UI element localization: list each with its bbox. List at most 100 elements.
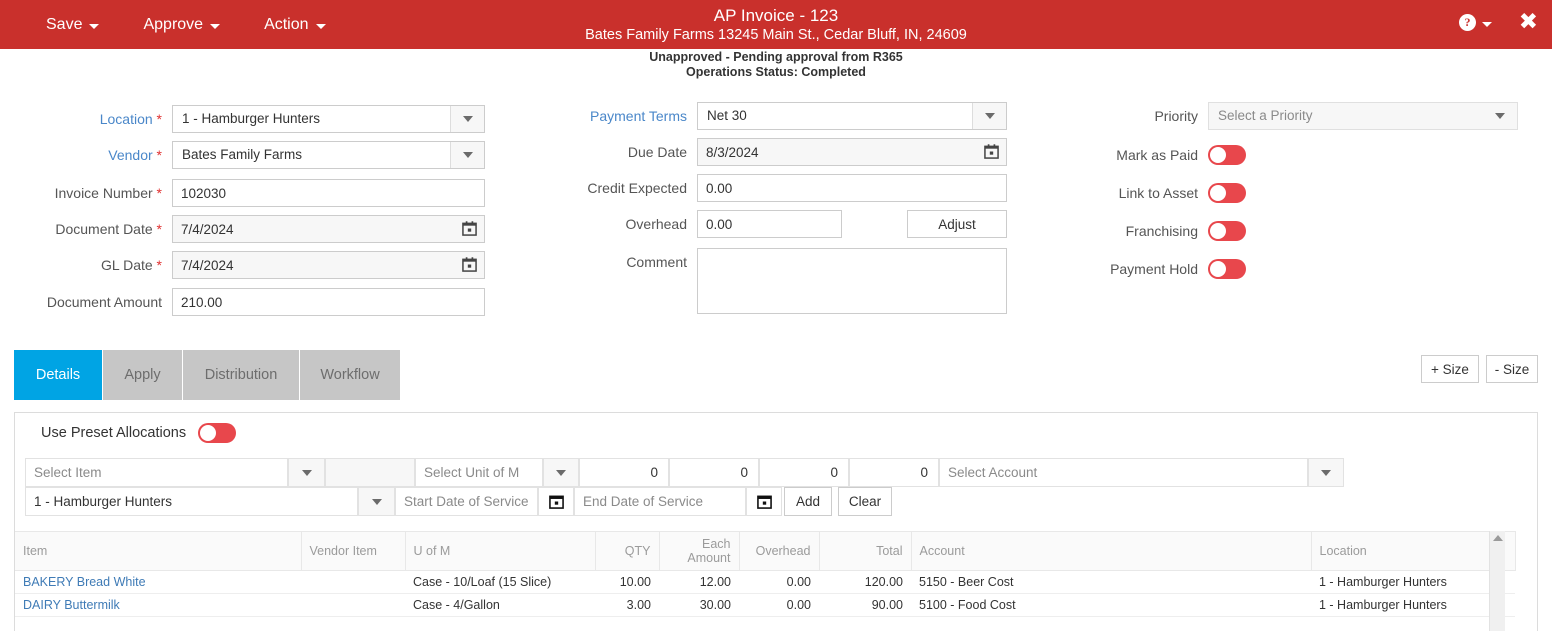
gl-date-input[interactable] <box>172 251 485 279</box>
tab-distribution[interactable]: Distribution <box>183 350 300 400</box>
add-line-button[interactable]: Add <box>784 487 832 516</box>
preset-allocations-toggle[interactable] <box>198 423 237 443</box>
vendor-select[interactable]: Bates Family Farms <box>172 141 485 169</box>
size-controls: + Size - Size <box>1421 355 1538 383</box>
field-vendor-label: Vendor * <box>108 147 162 163</box>
cell-uom: Case - 10/Loaf (15 Slice) <box>405 570 595 594</box>
close-icon[interactable]: ✖ <box>1519 11 1538 34</box>
field-overhead-label: Overhead <box>625 216 687 232</box>
invoice-number-input[interactable] <box>172 179 485 207</box>
toggle-knob <box>1210 147 1226 163</box>
item-link[interactable]: BAKERY Bread White <box>23 575 146 589</box>
payment-hold-toggle[interactable] <box>1208 259 1246 279</box>
entry-end-date-input[interactable]: End Date of Service <box>574 487 746 516</box>
help-menu[interactable]: ? <box>1459 14 1492 31</box>
chevron-down-icon <box>301 469 312 476</box>
entry-qty-input[interactable]: 0 <box>579 458 669 487</box>
document-date-input[interactable] <box>172 215 485 243</box>
priority-dropdown-button[interactable] <box>1483 103 1517 129</box>
chevron-down-icon <box>210 23 221 29</box>
col-overhead[interactable]: Overhead <box>739 531 820 571</box>
table-row[interactable]: BAKERY Bread White Case - 10/Loaf (15 Sl… <box>15 570 1515 594</box>
due-date-input[interactable] <box>697 138 1007 166</box>
entry-start-date-calendar-button[interactable] <box>538 487 574 516</box>
payment-terms-select[interactable]: Net 30 <box>697 102 1007 130</box>
comment-textarea[interactable] <box>697 248 1007 314</box>
entry-start-date-input[interactable]: Start Date of Service <box>395 487 538 516</box>
menu-save[interactable]: Save <box>24 0 121 49</box>
menu-approve[interactable]: Approve <box>121 0 242 49</box>
col-vendor-item[interactable]: Vendor Item <box>301 531 406 571</box>
increase-size-button[interactable]: + Size <box>1421 355 1479 383</box>
entry-item-dropdown-button[interactable] <box>288 458 325 487</box>
entry-location-input[interactable]: 1 - Hamburger Hunters <box>25 487 358 516</box>
entry-item-input[interactable]: Select Item <box>25 458 288 487</box>
chevron-down-icon <box>556 469 566 476</box>
adjust-button[interactable]: Adjust <box>907 210 1007 238</box>
field-payment-hold-label: Payment Hold <box>1110 261 1198 277</box>
field-comment-label: Comment <box>626 254 687 270</box>
col-uom[interactable]: U of M <box>405 531 596 571</box>
col-item[interactable]: Item <box>15 531 302 571</box>
entry-row-1: Select Item Select Unit of M 0 0 0 0 Sel… <box>25 458 1525 487</box>
location-dropdown-button[interactable] <box>450 106 484 132</box>
col-location[interactable]: Location <box>1311 531 1516 571</box>
vendor-dropdown-button[interactable] <box>450 142 484 168</box>
cell-overhead: 0.00 <box>739 570 819 594</box>
entry-uom-dropdown-button[interactable] <box>543 458 579 487</box>
payment-terms-dropdown-button[interactable] <box>972 103 1006 129</box>
table-header-row: Item Vendor Item U of M QTY Each Amount … <box>15 531 1516 571</box>
entry-account-input[interactable]: Select Account <box>939 458 1308 487</box>
item-link[interactable]: DAIRY Buttermilk <box>23 598 120 612</box>
details-panel: Use Preset Allocations Select Item Selec… <box>14 412 1538 631</box>
field-mark-as-paid: Mark as Paid <box>1020 145 1540 165</box>
field-link-to-asset-label: Link to Asset <box>1118 185 1198 201</box>
entry-vendor-item-input[interactable] <box>325 458 415 487</box>
entry-total-input[interactable]: 0 <box>849 458 939 487</box>
decrease-size-button[interactable]: - Size <box>1486 355 1538 383</box>
document-amount-input[interactable] <box>172 288 485 316</box>
entry-uom-input[interactable]: Select Unit of M <box>415 458 543 487</box>
table-header: Item Vendor Item U of M QTY Each Amount … <box>15 531 1516 571</box>
tab-workflow[interactable]: Workflow <box>300 350 401 400</box>
cell-account: 5100 - Food Cost <box>911 593 1311 617</box>
invoice-form: Location * 1 - Hamburger Hunters Vendor … <box>0 100 1552 325</box>
location-select[interactable]: 1 - Hamburger Hunters <box>172 105 485 133</box>
tab-details[interactable]: Details <box>14 350 103 400</box>
cell-uom: Case - 4/Gallon <box>405 593 595 617</box>
menu-action[interactable]: Action <box>242 0 347 49</box>
menu-action-label: Action <box>264 15 309 33</box>
entry-account-dropdown-button[interactable] <box>1308 458 1344 487</box>
link-to-asset-toggle[interactable] <box>1208 183 1246 203</box>
entry-location-dropdown-button[interactable] <box>358 487 395 516</box>
vendor-value: Bates Family Farms <box>182 147 303 162</box>
approval-status: Unapproved - Pending approval from R365 <box>649 50 903 64</box>
overhead-input[interactable] <box>697 210 842 238</box>
credit-expected-input[interactable] <box>697 174 1007 202</box>
tab-bar: Details Apply Distribution Workflow <box>14 350 401 400</box>
entry-each-amount-input[interactable]: 0 <box>669 458 759 487</box>
chevron-down-icon <box>315 23 326 29</box>
cell-account: 5150 - Beer Cost <box>911 570 1311 594</box>
preset-allocations-row: Use Preset Allocations <box>15 413 1537 453</box>
field-payment-terms-label: Payment Terms <box>590 108 687 124</box>
field-invoice-number: Invoice Number * <box>0 179 497 207</box>
col-qty[interactable]: QTY <box>595 531 660 571</box>
clear-line-button[interactable]: Clear <box>838 487 892 516</box>
table-vertical-scrollbar[interactable] <box>1489 531 1505 631</box>
entry-overhead-input[interactable]: 0 <box>759 458 849 487</box>
toggle-knob <box>1210 261 1226 277</box>
cell-each-amount: 12.00 <box>659 570 739 594</box>
chevron-down-icon <box>1321 469 1331 476</box>
scroll-up-arrow-icon[interactable] <box>1493 535 1503 541</box>
col-account[interactable]: Account <box>911 531 1312 571</box>
tab-apply[interactable]: Apply <box>103 350 183 400</box>
col-each-amount[interactable]: Each Amount <box>659 531 740 571</box>
priority-select[interactable]: Select a Priority <box>1208 102 1518 130</box>
col-total[interactable]: Total <box>819 531 912 571</box>
mark-as-paid-toggle[interactable] <box>1208 145 1246 165</box>
field-location: Location * 1 - Hamburger Hunters <box>0 105 497 133</box>
franchising-toggle[interactable] <box>1208 221 1246 241</box>
table-row[interactable]: DAIRY Buttermilk Case - 4/Gallon 3.00 30… <box>15 593 1515 617</box>
entry-end-date-calendar-button[interactable] <box>746 487 782 516</box>
